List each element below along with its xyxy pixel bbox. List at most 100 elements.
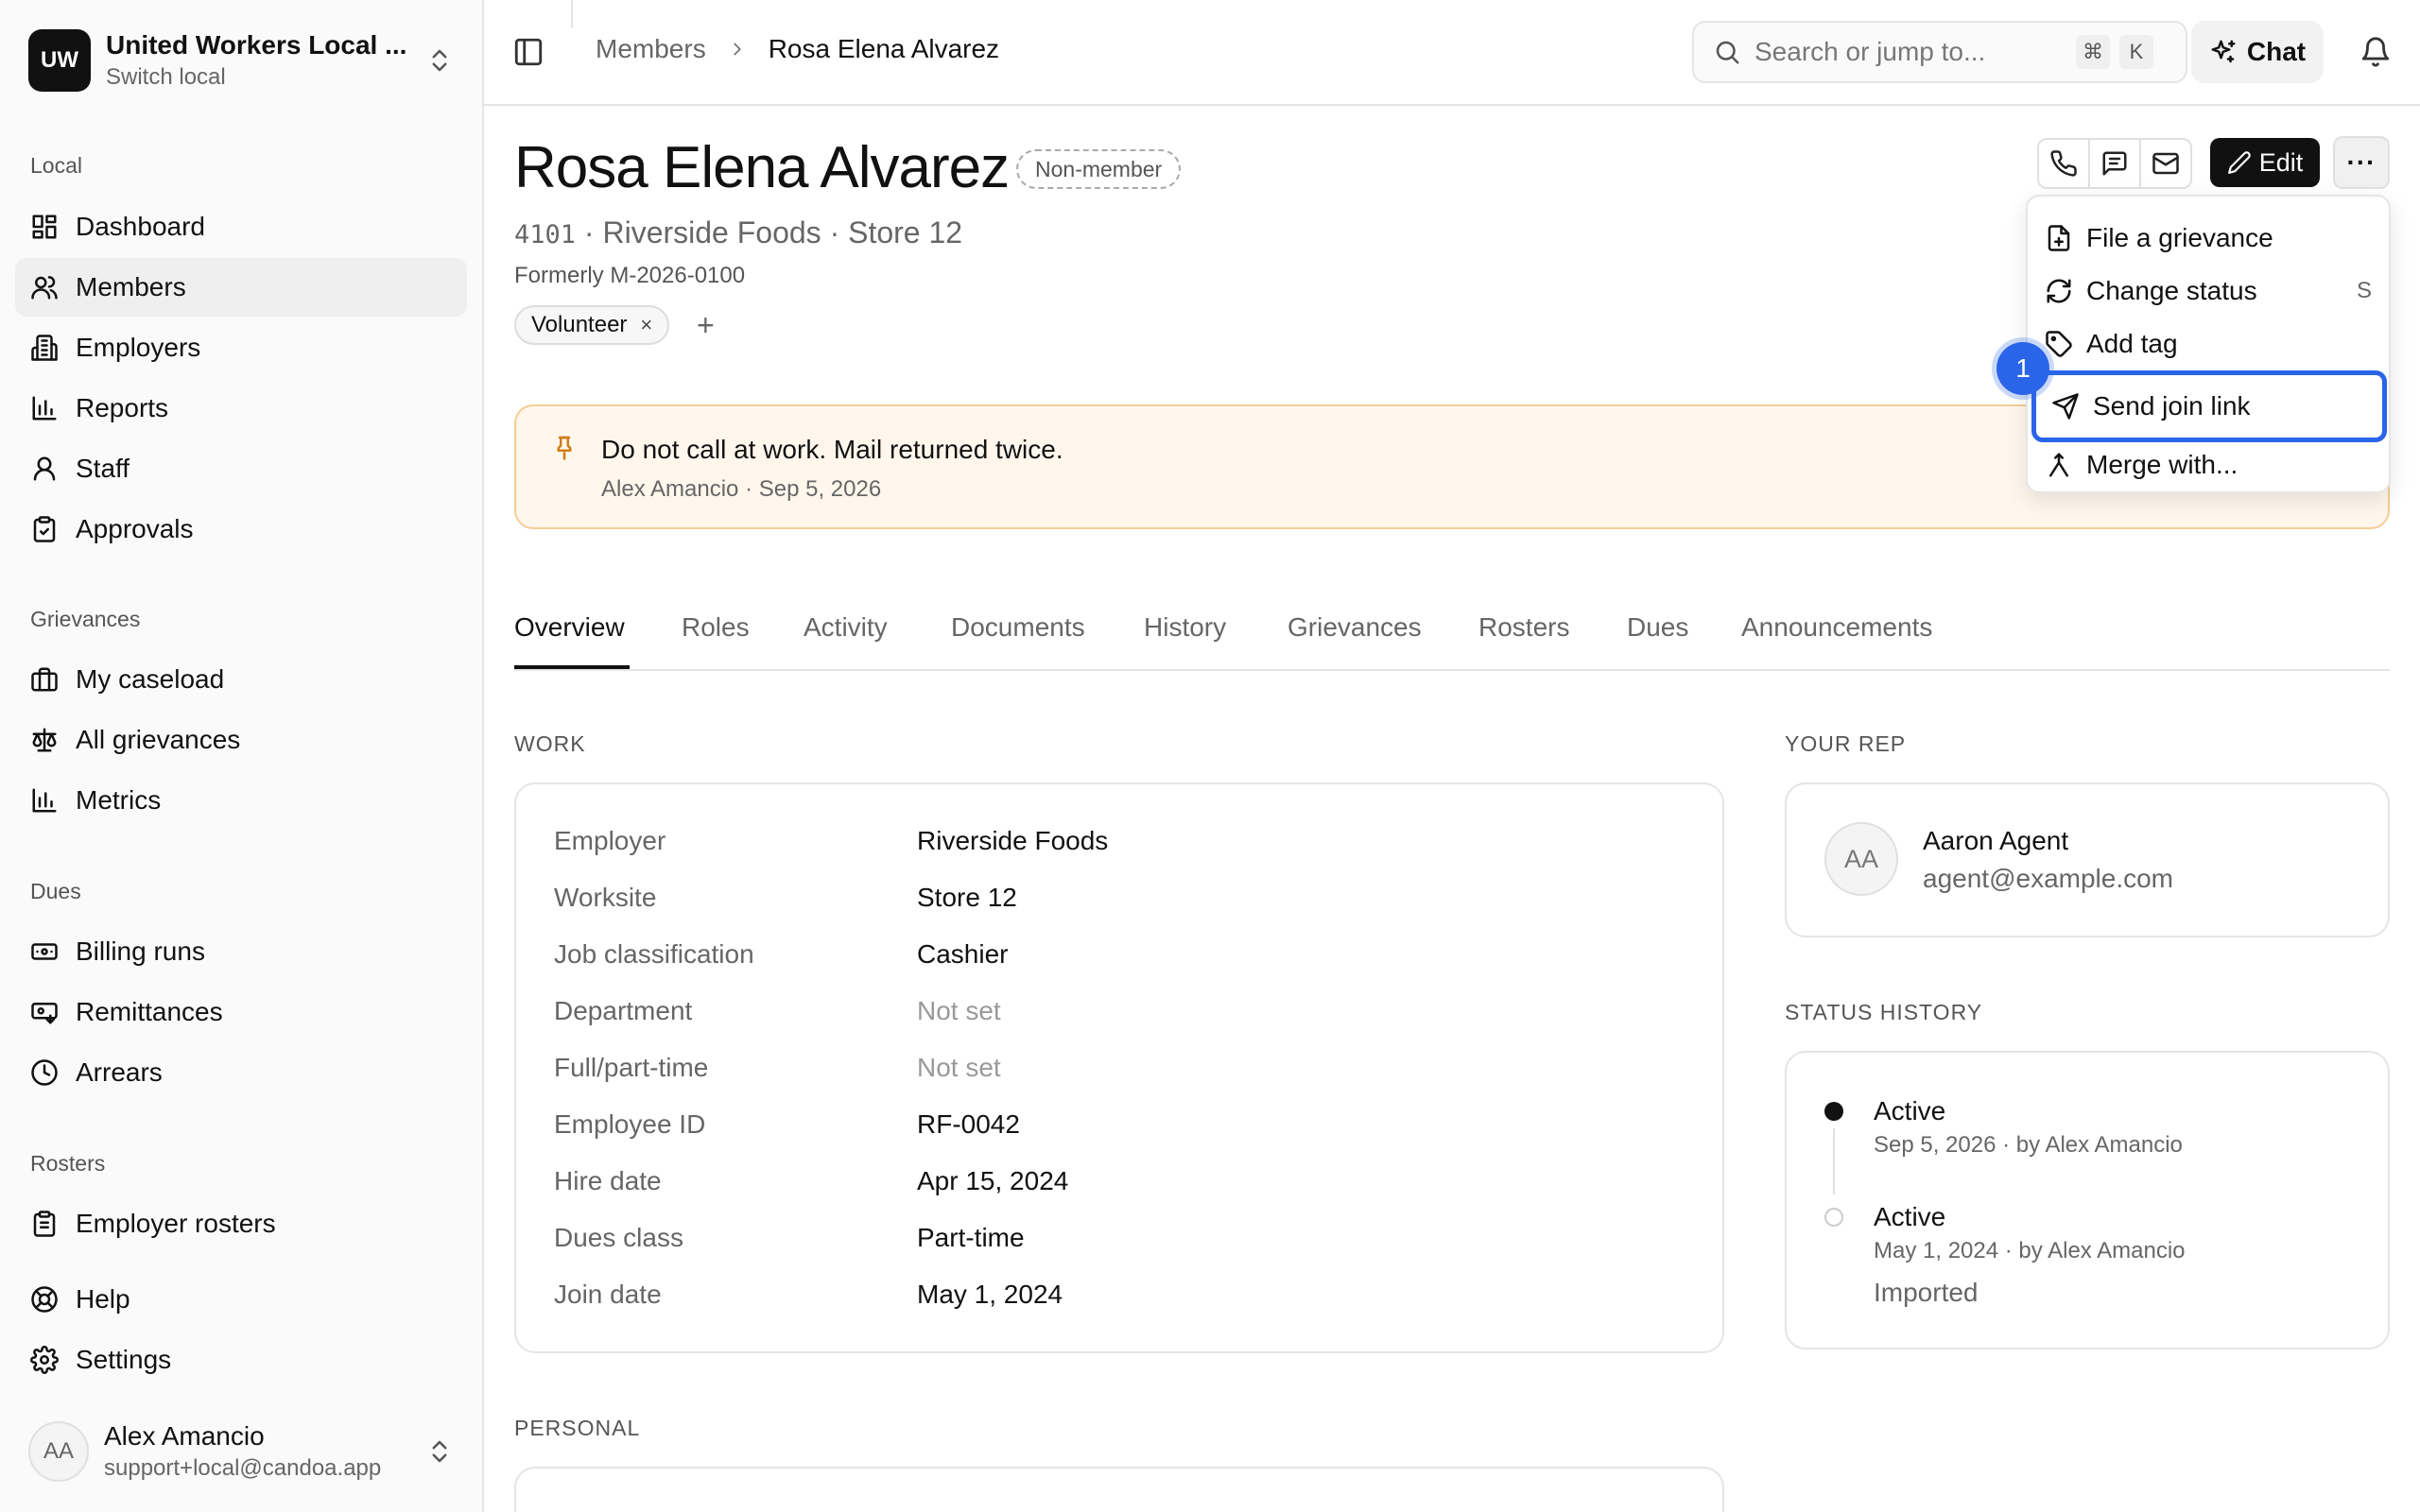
menu-item-change-status[interactable]: Change status S — [2043, 265, 2377, 318]
tab-history[interactable]: History — [1144, 612, 1226, 643]
field-label: Join date — [554, 1280, 662, 1309]
sidebar-item-members[interactable]: Members — [15, 258, 467, 317]
chevrons-up-down-icon — [432, 1440, 447, 1463]
org-switch-label: Switch local — [106, 64, 226, 90]
field-label: Dues class — [554, 1223, 683, 1252]
sidebar-item-label: Metrics — [76, 785, 162, 815]
sidebar-item-approvals[interactable]: Approvals — [15, 500, 467, 558]
active-tab-indicator — [514, 665, 630, 669]
sidebar-item-label: My caseload — [76, 664, 225, 694]
tab-rosters[interactable]: Rosters — [1478, 612, 1569, 643]
timeline-line — [1833, 1128, 1835, 1194]
edit-label: Edit — [2258, 147, 2304, 177]
sidebar-item-arrears[interactable]: Arrears — [15, 1043, 467, 1102]
avatar: AA — [1824, 822, 1898, 896]
sidebar-item-employer-rosters[interactable]: Employer rosters — [15, 1194, 467, 1253]
search-input[interactable] — [1754, 37, 2066, 67]
contact-actions — [2037, 138, 2192, 189]
personal-section-title: PERSONAL — [514, 1416, 641, 1440]
tab-documents[interactable]: Documents — [951, 612, 1085, 643]
sidebar-toggle-icon[interactable] — [512, 36, 544, 68]
sidebar-item-dashboard[interactable]: Dashboard — [15, 198, 467, 256]
menu-item-label: Merge with... — [2086, 450, 2238, 479]
sidebar-item-employers[interactable]: Employers — [15, 318, 467, 377]
send-icon — [2052, 393, 2079, 420]
user-menu[interactable]: AA Alex Amancio support+local@candoa.app — [28, 1418, 454, 1486]
refresh-icon — [2047, 279, 2071, 303]
field-value: Not set — [917, 1053, 1001, 1082]
tab-activity[interactable]: Activity — [804, 612, 888, 643]
bell-icon[interactable] — [2360, 36, 2392, 68]
field-label: Full/part-time — [554, 1053, 709, 1082]
email-button[interactable] — [2141, 140, 2190, 187]
org-name: United Workers Local ... — [106, 30, 407, 60]
chat-button[interactable]: Chat — [2191, 21, 2324, 83]
user-name: Alex Amancio — [104, 1421, 265, 1451]
sidebar-item-billing-runs[interactable]: Billing runs — [15, 922, 467, 981]
field-value: Cashier — [917, 939, 1009, 969]
step-badge: 1 — [1996, 342, 2049, 395]
chat-label: Chat — [2246, 37, 2307, 66]
rep-email[interactable]: agent@example.com — [1923, 864, 2173, 894]
org-switcher[interactable]: UW United Workers Local ... Switch local — [28, 26, 454, 94]
sidebar-item-label: Settings — [76, 1345, 172, 1374]
sidebar: UW United Workers Local ... Switch local… — [0, 0, 484, 1512]
phone-icon — [2050, 150, 2077, 177]
more-actions-button[interactable]: ··· — [2333, 136, 2390, 189]
menu-item-file-grievance[interactable]: File a grievance — [2043, 212, 2377, 265]
section-title-local: Local — [30, 153, 82, 178]
sidebar-item-reports[interactable]: Reports — [15, 379, 467, 438]
dashboard-icon — [32, 215, 57, 239]
edit-button[interactable]: Edit — [2210, 138, 2320, 187]
sidebar-item-metrics[interactable]: Metrics — [15, 771, 467, 830]
menu-item-merge-with[interactable]: Merge with... — [2043, 438, 2377, 491]
building-icon — [31, 335, 58, 361]
sidebar-item-label: Employer rosters — [76, 1209, 276, 1238]
user-email: support+local@candoa.app — [104, 1455, 382, 1481]
breadcrumb: Members Rosa Elena Alvarez — [596, 34, 999, 64]
sidebar-item-label: Members — [76, 272, 186, 301]
section-title-rosters: Rosters — [30, 1151, 106, 1176]
sidebar-item-staff[interactable]: Staff — [15, 439, 467, 498]
status-meta: May 1, 2024 · by Alex Amancio — [1874, 1238, 2186, 1263]
mail-icon — [2152, 152, 2179, 175]
sidebar-item-remittances[interactable]: Remittances — [15, 983, 467, 1041]
tab-grievances[interactable]: Grievances — [1288, 612, 1422, 643]
file-plus-icon — [2048, 225, 2070, 251]
add-tag-button[interactable]: + — [697, 308, 715, 343]
menu-item-label: Change status — [2086, 276, 2257, 305]
menu-item-send-join-link[interactable]: Send join link — [2031, 370, 2387, 442]
sidebar-item-my-caseload[interactable]: My caseload — [15, 650, 467, 709]
tab-roles[interactable]: Roles — [682, 612, 750, 643]
field-value: RF-0042 — [917, 1109, 1020, 1139]
org-logo: UW — [28, 29, 91, 92]
section-title-grievances: Grievances — [30, 607, 141, 631]
breadcrumb-members-link[interactable]: Members — [596, 34, 706, 64]
status-history-title: STATUS HISTORY — [1785, 1000, 1983, 1024]
menu-item-label: File a grievance — [2086, 223, 2273, 252]
timeline-dot — [1824, 1208, 1843, 1227]
sidebar-item-all-grievances[interactable]: All grievances — [15, 711, 467, 769]
banknote-icon — [31, 943, 58, 960]
sidebar-item-settings[interactable]: Settings — [15, 1331, 467, 1389]
sidebar-item-label: Approvals — [76, 514, 194, 543]
status-meta: Sep 5, 2026 · by Alex Amancio — [1874, 1132, 2183, 1158]
tag-remove-button[interactable]: × — [640, 313, 652, 337]
more-actions-menu: File a grievance Change status S Add tag… — [2026, 195, 2391, 493]
rep-card: AA Aaron Agent agent@example.com — [1785, 782, 2390, 937]
call-button[interactable] — [2039, 140, 2090, 187]
menu-item-add-tag[interactable]: Add tag — [2043, 318, 2377, 370]
tab-overview[interactable]: Overview — [514, 612, 625, 643]
sidebar-item-label: Employers — [76, 333, 201, 362]
pin-icon — [557, 436, 572, 460]
menu-item-label: Send join link — [2093, 391, 2251, 421]
search-box[interactable]: ⌘ K — [1692, 21, 2187, 83]
status-title: Active — [1874, 1202, 1946, 1231]
message-button[interactable] — [2090, 140, 2141, 187]
tab-dues[interactable]: Dues — [1627, 612, 1688, 643]
tab-announcements[interactable]: Announcements — [1741, 612, 1932, 643]
member-number: 4101 — [514, 220, 577, 249]
status-title: Active — [1874, 1096, 1946, 1125]
sidebar-item-help[interactable]: Help — [15, 1270, 467, 1329]
timeline-dot — [1824, 1102, 1843, 1121]
